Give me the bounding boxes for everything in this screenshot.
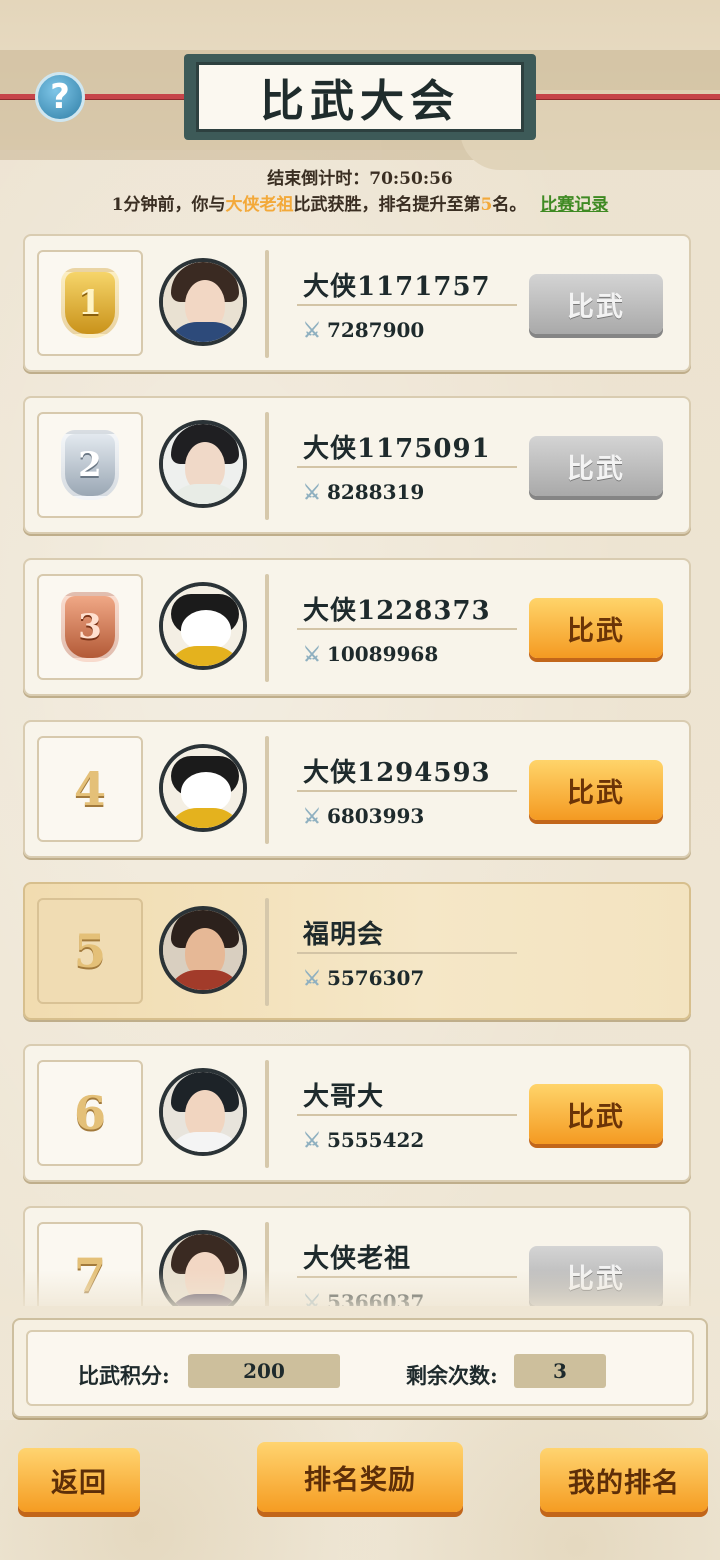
bronze-medal-icon: 3 [61, 592, 119, 662]
power-value: 8288319 [326, 480, 425, 504]
crossed-swords-icon: ⚔ [303, 642, 321, 666]
player-name: 大哥大 [303, 1082, 385, 1112]
gold-medal-icon: 1 [61, 268, 119, 338]
rank-box: 1 [37, 250, 143, 356]
rank-box: 4 [37, 736, 143, 842]
power-value: 5555422 [326, 1128, 425, 1152]
notice-suffix: 名。 [492, 195, 527, 215]
title-plaque: 比武大会 [184, 54, 536, 140]
name-underline [297, 1114, 517, 1116]
crossed-swords-icon: ⚔ [303, 966, 321, 990]
rank-box: 2 [37, 412, 143, 518]
divider [265, 898, 269, 1006]
avatar[interactable] [159, 420, 247, 508]
player-name: 大侠1175091 [303, 434, 491, 464]
power-value: 7287900 [326, 318, 425, 342]
divider [265, 412, 269, 520]
notice-prefix: 1分钟前，你与 [111, 195, 226, 215]
challenge-button[interactable]: 比武 [529, 436, 663, 496]
crossed-swords-icon: ⚔ [303, 1128, 321, 1152]
challenge-button[interactable]: 比武 [529, 598, 663, 658]
combat-power: ⚔ 5576307 [303, 966, 424, 990]
name-underline [297, 304, 517, 306]
rank-number: 6 [73, 1086, 106, 1140]
ranking-list[interactable]: 1 大侠1171757 ⚔ 7287900 比武 2 大侠1175091 ⚔ 8… [0, 230, 720, 1306]
red-rope-right [520, 94, 720, 99]
divider [265, 736, 269, 844]
combat-power: ⚔ 5555422 [303, 1128, 424, 1152]
match-record-link[interactable]: 比赛记录 [540, 195, 608, 215]
notice-opponent: 大侠老祖 [225, 195, 294, 215]
player-name: 大侠1171757 [303, 272, 491, 302]
remaining-label: 剩余次数: [406, 1363, 498, 1388]
silver-medal-icon: 2 [61, 430, 119, 500]
challenge-button[interactable]: 比武 [529, 1084, 663, 1144]
power-value: 6803993 [326, 804, 425, 828]
player-card: 1 大侠1171757 ⚔ 7287900 比武 [23, 234, 691, 372]
rank-number: 5 [73, 924, 106, 978]
crossed-swords-icon: ⚔ [303, 804, 321, 828]
divider [265, 574, 269, 682]
divider [265, 1060, 269, 1168]
power-value: 10089968 [326, 642, 439, 666]
page-title: 比武大会 [196, 62, 524, 132]
crossed-swords-icon: ⚔ [303, 318, 321, 342]
name-underline [297, 466, 517, 468]
divider [265, 250, 269, 358]
stats-panel: 比武积分: 200 剩余次数: 3 [12, 1318, 708, 1418]
combat-power: ⚔ 8288319 [303, 480, 424, 504]
avatar[interactable] [159, 744, 247, 832]
player-name: 大侠1294593 [303, 758, 491, 788]
challenge-button[interactable]: 比武 [529, 760, 663, 820]
rank-rewards-button[interactable]: 排名奖励 [257, 1442, 463, 1512]
name-underline [297, 790, 517, 792]
battle-notice: 1分钟前，你与大侠老祖比武获胜，排名提升至第5名。 比赛记录 [0, 190, 720, 215]
player-name: 福明会 [303, 920, 385, 950]
player-card: 6 大哥大 ⚔ 5555422 比武 [23, 1044, 691, 1182]
power-value: 5576307 [326, 966, 425, 990]
name-underline [297, 628, 517, 630]
avatar[interactable] [159, 258, 247, 346]
avatar[interactable] [159, 1068, 247, 1156]
points-label: 比武积分: [78, 1363, 170, 1388]
rank-box: 5 [37, 898, 143, 1004]
notice-rank: 5 [480, 195, 493, 215]
back-button[interactable]: 返回 [18, 1448, 140, 1512]
red-rope-left [0, 94, 200, 99]
stats-inner: 比武积分: 200 剩余次数: 3 [26, 1330, 694, 1406]
rank-box: 3 [37, 574, 143, 680]
remaining-value: 3 [514, 1354, 606, 1388]
player-card: 2 大侠1175091 ⚔ 8288319 比武 [23, 396, 691, 534]
combat-power: ⚔ 7287900 [303, 318, 424, 342]
countdown-text: 结束倒计时：70:50:56 [267, 169, 453, 189]
player-card: 3 大侠1228373 ⚔ 10089968 比武 [23, 558, 691, 696]
rank-box: 6 [37, 1060, 143, 1166]
player-name: 大侠1228373 [303, 596, 491, 626]
player-card: 4 大侠1294593 ⚔ 6803993 比武 [23, 720, 691, 858]
crossed-swords-icon: ⚔ [303, 480, 321, 504]
notice-middle: 比武获胜，排名提升至第 [293, 195, 481, 215]
rank-number: 4 [73, 762, 106, 816]
combat-power: ⚔ 10089968 [303, 642, 438, 666]
my-rank-button[interactable]: 我的排名 [540, 1448, 708, 1512]
list-fade [0, 1270, 720, 1316]
avatar[interactable] [159, 582, 247, 670]
avatar[interactable] [159, 906, 247, 994]
combat-power: ⚔ 6803993 [303, 804, 424, 828]
challenge-button[interactable]: 比武 [529, 274, 663, 334]
help-icon[interactable]: ? [35, 72, 85, 122]
points-value: 200 [188, 1354, 340, 1388]
name-underline [297, 952, 517, 954]
player-card-self: 5 福明会 ⚔ 5576307 [23, 882, 691, 1020]
